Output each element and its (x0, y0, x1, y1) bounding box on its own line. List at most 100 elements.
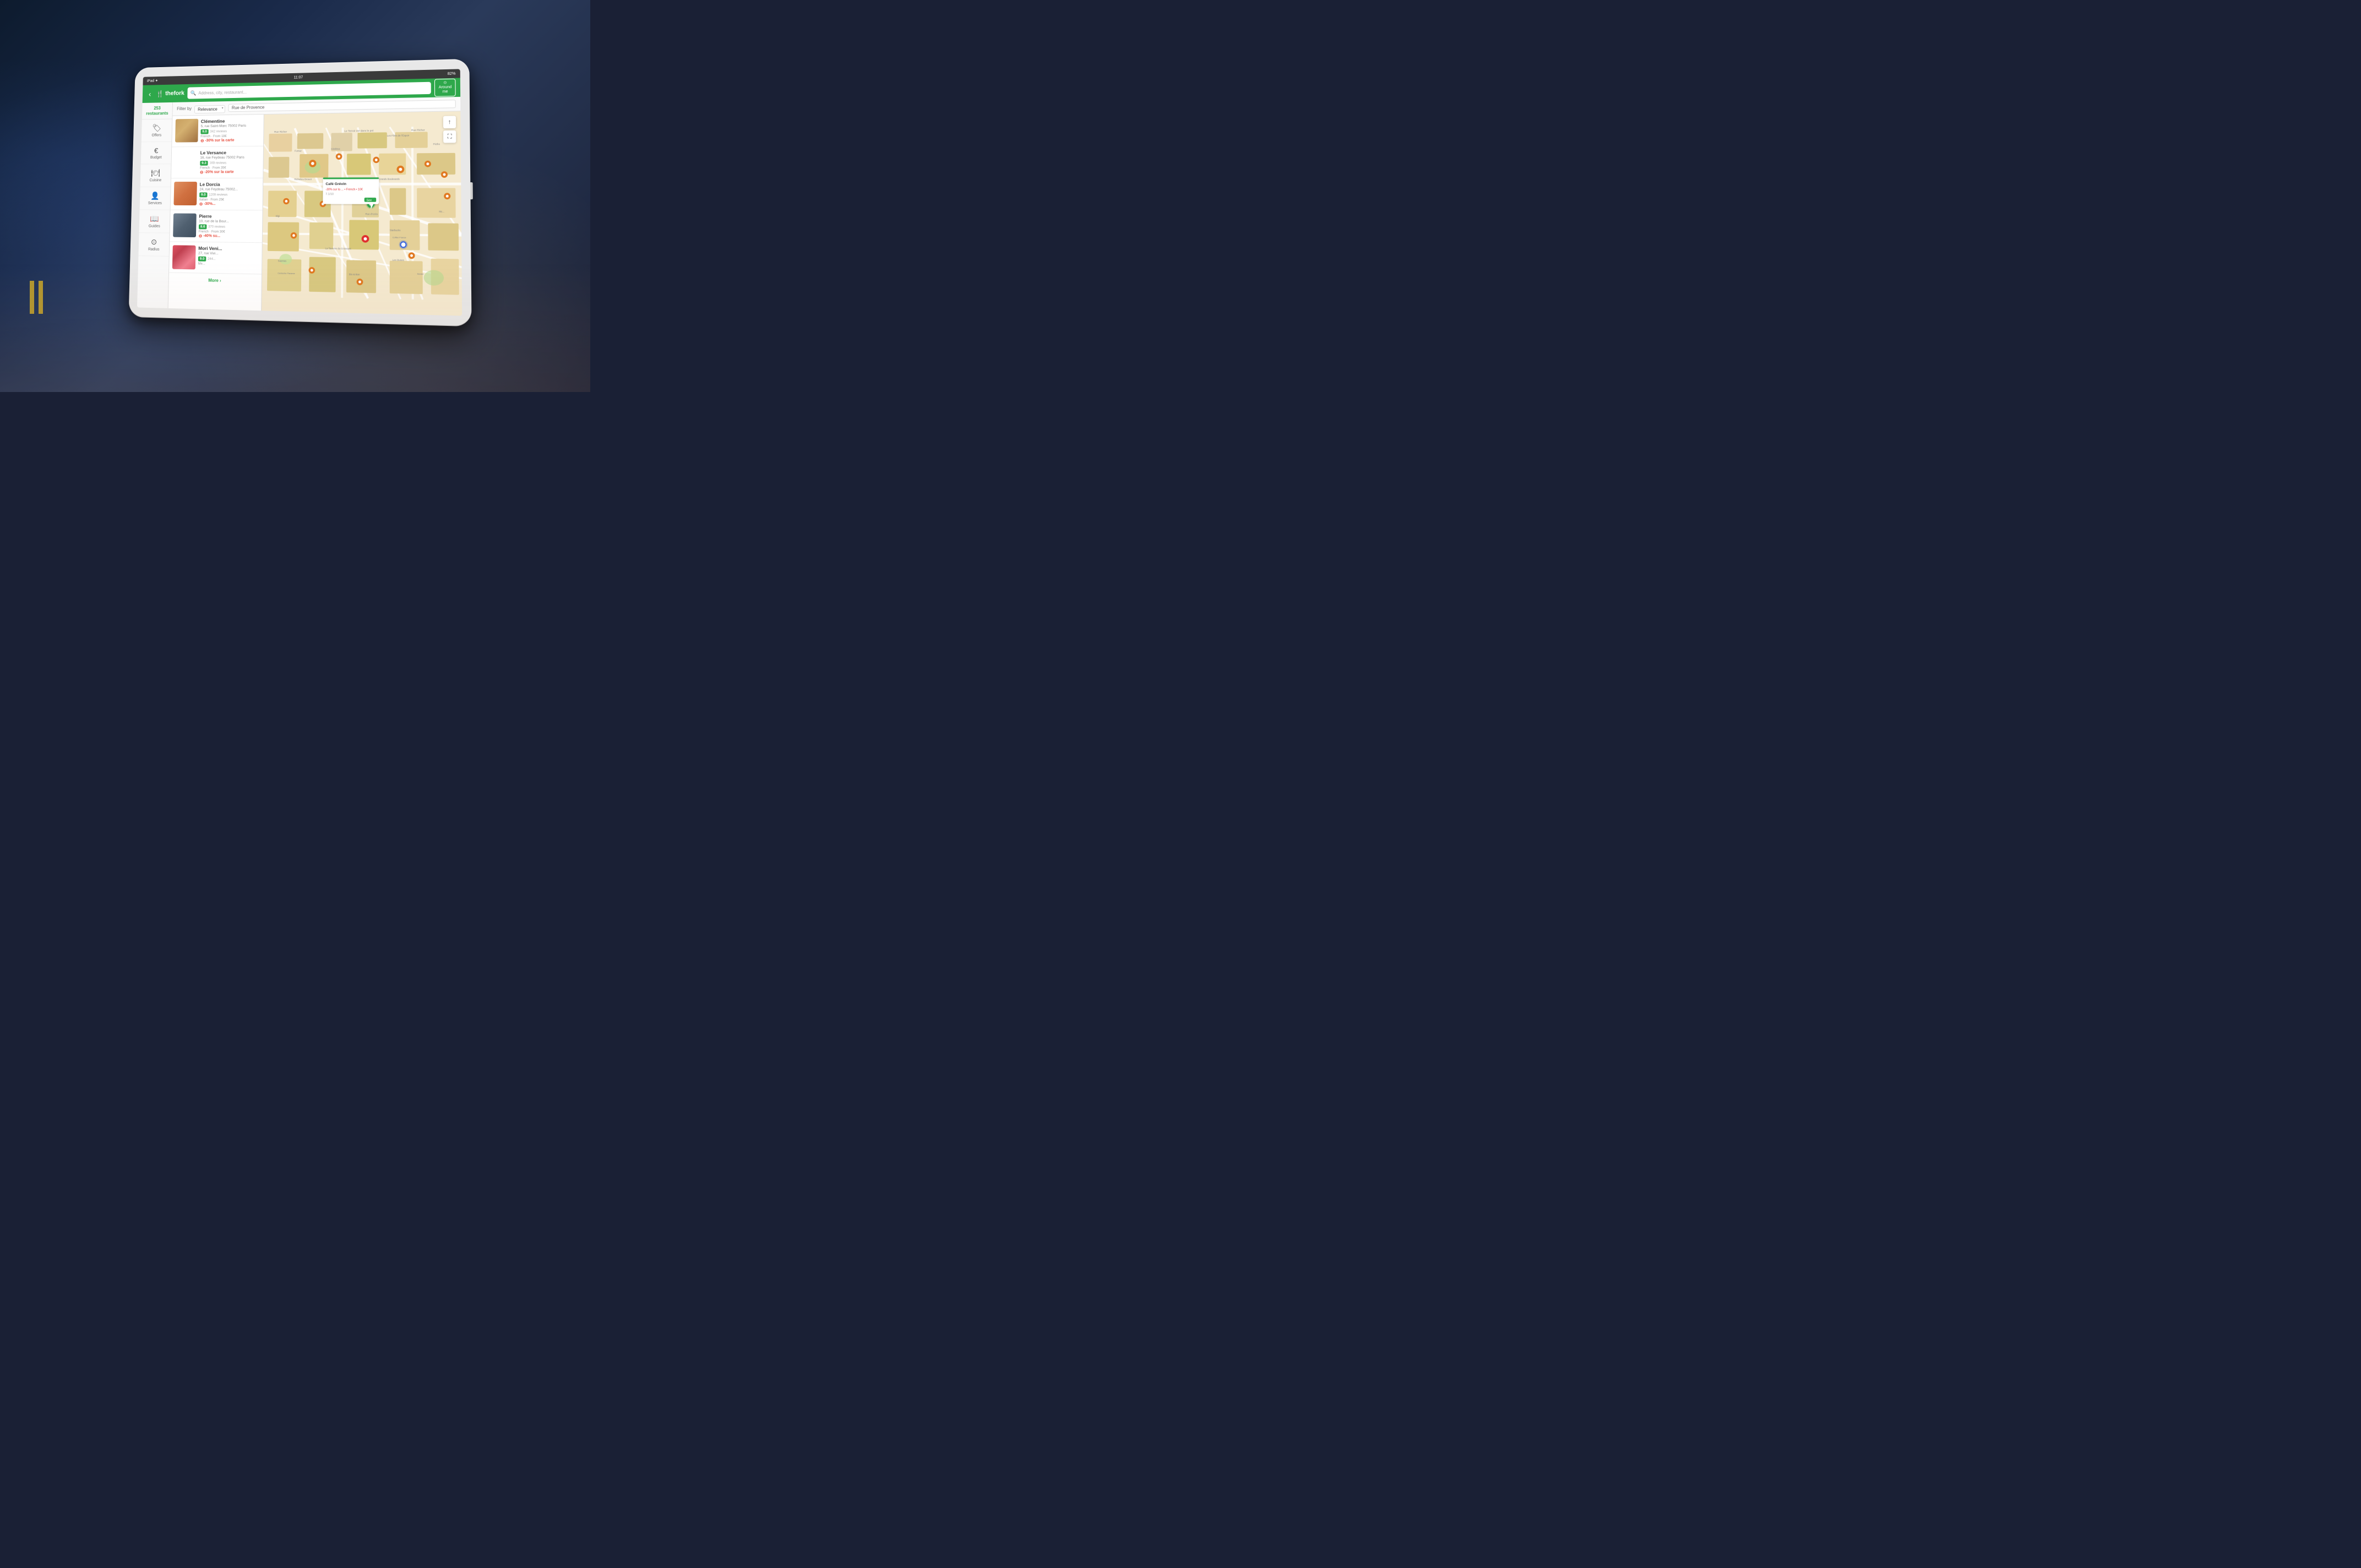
sidebar-item-budget[interactable]: € Budget (141, 142, 172, 165)
svg-text:Les Dunes: Les Dunes (393, 258, 404, 262)
radius-label: Radius (148, 248, 160, 252)
budget-icon: € (154, 146, 159, 155)
restaurant-info-mori: Mori Veni... 27, rue Vivi... 9.0 244... … (198, 246, 259, 270)
restaurant-card-dorcia[interactable]: Le Dorcia 24, rue Feydeau 75002... 9.0 1… (171, 178, 263, 210)
restaurant-count: 253 restaurants (142, 102, 172, 120)
compass-button[interactable]: ↑ (443, 116, 456, 128)
svg-text:CinéDoc: CinéDoc (331, 148, 340, 150)
restaurant-card-versance[interactable]: Le Versance 16, rue Feydeau 75002 Paris … (171, 146, 263, 179)
tablet-screen: iPad ✦ 11:07 82% ‹ 🍴 thefork 🔍 Address, … (137, 69, 462, 315)
rating-badge-pierre: 8.6 (199, 224, 207, 229)
svg-text:Fumaz: Fumaz (295, 149, 302, 152)
restaurant-name-clementine: Clémentine (201, 118, 260, 124)
relevance-select-wrap[interactable]: Relevance (194, 103, 225, 113)
svg-text:Rue d'Uzès: Rue d'Uzès (366, 213, 378, 215)
svg-text:Senter: Senter (417, 273, 425, 275)
svg-text:Café Grévin: Café Grévin (325, 182, 346, 186)
restaurant-thumb-mori (172, 245, 196, 269)
rating-badge-versance: 9.3 (200, 161, 208, 166)
discount-clementine: ⊖ -30% sur la carte (200, 138, 260, 143)
discount-icon-pierre: ⊖ (199, 233, 203, 238)
tablet-device: iPad ✦ 11:07 82% ‹ 🍴 thefork 🔍 Address, … (129, 59, 472, 326)
address-input[interactable] (229, 100, 456, 112)
map-controls: ↑ ⛶ (443, 116, 456, 143)
discount-text-pierre: -40% su... (203, 234, 220, 238)
list-map-container: Filter by Relevance (168, 97, 463, 316)
svg-text:Mc...: Mc... (439, 210, 444, 213)
restaurant-address-clementine: 5, rue Saint-Marc 75002 Paris (201, 124, 260, 128)
guides-label: Guides (149, 225, 160, 228)
rating-row-dorcia: 9.0 1209 reviews (199, 193, 259, 198)
rating-row-versance: 9.3 169 reviews (200, 160, 260, 165)
brand-logo: 🍴 thefork (156, 90, 184, 97)
svg-text:7.1/10: 7.1/10 (325, 193, 334, 196)
restaurant-card-mori[interactable]: Mori Veni... 27, rue Vivi... 9.0 244... … (169, 242, 262, 274)
status-time: 11:07 (293, 75, 303, 79)
svg-text:-30% sur la ... • French • 10€: -30% sur la ... • French • 10€ (325, 188, 363, 191)
sidebar-item-radius[interactable]: ⊙ Radius (138, 233, 169, 257)
budget-label: Budget (150, 156, 162, 160)
discount-icon-versance: ⊖ (200, 170, 204, 175)
search-box[interactable]: 🔍 Address, city, restaurant... (187, 82, 431, 99)
restaurant-thumb-clementine (175, 119, 198, 143)
sidebar-item-cuisine[interactable]: 🍽 Cuisine (140, 164, 171, 187)
restaurant-info-clementine: Clémentine 5, rue Saint-Marc 75002 Paris… (200, 118, 260, 143)
cuisine-label: Cuisine (149, 179, 161, 183)
brand-name: thefork (165, 90, 184, 97)
map-area[interactable]: Café Grévin -30% sur la ... • French • 1… (262, 111, 462, 315)
more-button[interactable]: More › (168, 273, 262, 288)
restaurant-name-dorcia: Le Dorcia (199, 182, 259, 187)
restaurant-address-pierre: 10, rue de la Bour... (199, 220, 259, 224)
svg-text:Bio & Bon: Bio & Bon (349, 273, 360, 276)
restaurant-address-versance: 16, rue Feydeau 75002 Paris (200, 155, 260, 160)
sidebar-item-guides[interactable]: 📖 Guides (139, 210, 170, 233)
discount-icon-clementine: ⊖ (200, 138, 204, 143)
around-me-button[interactable]: ⊙ Aroundme (434, 79, 455, 96)
svg-text:Saemes: Saemes (278, 259, 287, 262)
sidebar-item-offers[interactable]: 🏷 Offers (142, 119, 172, 143)
road-marking-1 (30, 281, 34, 314)
restaurant-info-dorcia: Le Dorcia 24, rue Feydeau 75002... 9.0 1… (199, 182, 260, 207)
restaurant-address-mori: 27, rue Vivi... (198, 252, 259, 256)
svg-text:Rue Richer: Rue Richer (274, 130, 287, 134)
content-area: Clémentine 5, rue Saint-Marc 75002 Paris… (168, 111, 463, 315)
svg-text:Elgi: Elgi (276, 215, 280, 217)
cuisine-mori: Me... (198, 263, 259, 267)
restaurant-info-pierre: Pierre 10, rue de la Bour... 8.6 370 rev… (199, 214, 259, 239)
restaurant-name-pierre: Pierre (199, 214, 259, 219)
sidebar-item-services[interactable]: 👤 Services (140, 187, 171, 210)
review-count-pierre: 370 reviews (208, 225, 225, 228)
map-svg: Café Grévin -30% sur la ... • French • 1… (262, 111, 462, 315)
svg-text:See: See (367, 199, 372, 202)
svg-text:Les Films de l'Espoir: Les Films de l'Espoir (387, 134, 410, 137)
rating-badge-dorcia: 9.0 (199, 193, 208, 198)
restaurant-address-dorcia: 24, rue Feydeau 75002... (199, 188, 259, 192)
tablet-body: iPad ✦ 11:07 82% ‹ 🍴 thefork 🔍 Address, … (129, 59, 472, 326)
svg-text:Richelieu Drouot: Richelieu Drouot (294, 178, 312, 181)
discount-text-clementine: -30% sur la carte (205, 139, 234, 143)
discount-text-versance: -20% sur la carte (204, 170, 233, 174)
discount-versance: ⊖ -20% sur la carte (200, 170, 260, 175)
search-icon: 🔍 (191, 90, 197, 96)
svg-text:Rue Richer: Rue Richer (411, 129, 425, 132)
restaurant-thumb-pierre (173, 214, 197, 237)
relevance-select[interactable]: Relevance (194, 105, 225, 113)
road-marking-2 (39, 281, 43, 314)
rating-row-clementine: 9.0 342 reviews (200, 128, 260, 134)
count-label: restaurants (144, 111, 170, 116)
review-count-clementine: 342 reviews (210, 130, 227, 133)
svg-text:Centoche Paname: Centoche Paname (278, 273, 295, 275)
svg-text:Le Terroir est dans le pré: Le Terroir est dans le pré (344, 129, 374, 133)
restaurant-card-pierre[interactable]: Pierre 10, rue de la Bour... 8.6 370 rev… (170, 210, 262, 243)
expand-button[interactable]: ⛶ (443, 130, 456, 143)
svg-text:Starbucks: Starbucks (390, 228, 401, 231)
sidebar: 253 restaurants 🏷 Offers € Budget 🍽 Cuis… (137, 102, 173, 308)
rating-row-mori: 9.0 244... (198, 257, 259, 263)
tablet-side-button (470, 182, 473, 199)
restaurant-name-versance: Le Versance (200, 150, 260, 156)
back-button[interactable]: ‹ (146, 89, 153, 99)
guides-icon: 📖 (150, 214, 159, 224)
rating-badge-clementine: 9.0 (200, 129, 208, 134)
restaurant-card-clementine[interactable]: Clémentine 5, rue Saint-Marc 75002 Paris… (172, 115, 264, 147)
svg-text:Coffee France: Coffee France (393, 236, 406, 238)
